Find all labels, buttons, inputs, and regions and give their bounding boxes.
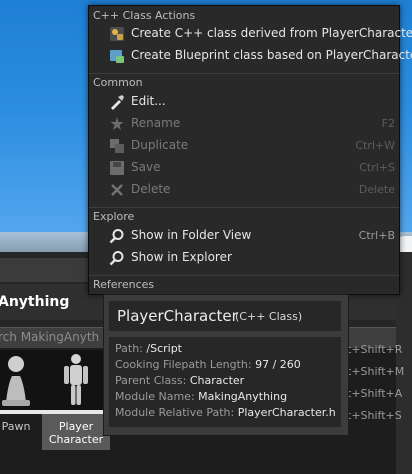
tooltip-class-name: PlayerCharacter: [117, 307, 238, 325]
menu-item-rename[interactable]: Rename F2: [89, 113, 399, 135]
menu-item-show-in-folder-view[interactable]: Show in Folder View Ctrl+B: [89, 225, 399, 247]
menu-item-create-cpp-class[interactable]: Create C++ class derived from PlayerChar…: [89, 23, 412, 45]
tooltip-key: Parent Class:: [115, 374, 187, 387]
menu-item-create-blueprint-class[interactable]: Create Blueprint class based on PlayerCh…: [89, 45, 412, 67]
tooltip-row-module-name: Module Name: MakingAnything: [115, 390, 287, 403]
tooltip-key: Module Name:: [115, 390, 195, 403]
menu-item-shortcut: Ctrl+S: [359, 161, 395, 174]
tooltip-value: PlayerCharacter.h: [237, 406, 336, 419]
tooltip-value: MakingAnything: [198, 390, 288, 403]
tooltip-header: PlayerCharacter (C++ Class): [109, 301, 341, 331]
tooltip-key: Module Relative Path:: [115, 406, 235, 419]
asset-label: Player Character: [48, 420, 104, 446]
menu-item-label: Rename: [131, 116, 181, 130]
menu-item-label: Duplicate: [131, 138, 189, 152]
duplicate-icon: [110, 139, 124, 153]
menu-item-shortcut: F2: [381, 117, 395, 130]
menu-item-label: Create Blueprint class based on PlayerCh…: [131, 48, 412, 62]
menu-item-shortcut: Delete: [358, 183, 395, 196]
references-shortcut-3: t+Shift+A: [347, 387, 403, 400]
asset-search-placeholder: rch MakingAnyth: [0, 330, 100, 344]
references-shortcut-2: t+Shift+M: [347, 365, 405, 378]
delete-icon: [111, 184, 123, 196]
section-header-common: Common: [93, 76, 143, 89]
menu-item-label: Show in Folder View: [131, 228, 252, 242]
menu-item-show-in-explorer[interactable]: Show in Explorer: [89, 247, 399, 269]
class-info-tooltip: PlayerCharacter (C++ Class) Path: /Scrip…: [103, 294, 349, 436]
blueprint-class-icon: [110, 50, 124, 63]
edit-icon: [111, 95, 124, 110]
menu-item-label: Edit...: [131, 94, 166, 108]
tooltip-value: 97 / 260: [255, 358, 301, 371]
content-browser-title-text: Anything: [0, 294, 70, 310]
tooltip-key: Cooking Filepath Length:: [115, 358, 252, 371]
save-icon: [110, 161, 124, 175]
section-divider: [89, 73, 399, 74]
menu-item-label: Create C++ class derived from PlayerChar…: [131, 26, 412, 40]
references-shortcut-4: t+Shift+S: [347, 409, 402, 422]
section-header-explore: Explore: [93, 210, 135, 223]
section-divider: [89, 275, 399, 276]
tooltip-class-kind: (C++ Class): [235, 310, 303, 323]
tooltip-key: Path:: [115, 342, 143, 355]
menu-item-shortcut: Ctrl+B: [358, 229, 395, 242]
menu-item-label: Delete: [131, 182, 171, 196]
menu-item-label: Save: [131, 160, 161, 174]
tooltip-row-path: Path: /Script: [115, 342, 182, 355]
character-mannequin-icon: [64, 354, 88, 405]
asset-thumbnail: [42, 350, 110, 410]
rename-icon: [110, 117, 124, 130]
tooltip-details: Path: /Script Cooking Filepath Length: 9…: [109, 337, 341, 427]
section-header-references: References: [93, 278, 155, 291]
references-shortcut-1: t+Shift+R: [347, 343, 403, 356]
menu-item-edit[interactable]: Edit...: [89, 91, 399, 113]
menu-item-shortcut: Ctrl+W: [355, 139, 395, 152]
tooltip-row-cooking-filepath-length: Cooking Filepath Length: 97 / 260: [115, 358, 301, 371]
tooltip-row-module-relative-path: Module Relative Path: PlayerCharacter.h: [115, 406, 336, 419]
section-header-cpp-class-actions: C++ Class Actions: [93, 9, 196, 22]
tooltip-row-parent-class: Parent Class: Character: [115, 374, 244, 387]
menu-item-duplicate[interactable]: Duplicate Ctrl+W: [89, 135, 399, 157]
tooltip-value: /Script: [146, 342, 182, 355]
menu-item-label: Show in Explorer: [131, 250, 232, 264]
tooltip-value: Character: [189, 374, 245, 387]
asset-tile-player-character[interactable]: Player Character: [42, 350, 110, 450]
asset-type-bar: [42, 410, 110, 414]
menu-item-delete[interactable]: Delete Delete: [89, 179, 399, 201]
search-explorer-icon: [109, 251, 124, 266]
section-divider: [89, 207, 399, 208]
search-folder-icon: [109, 229, 124, 244]
menu-item-save[interactable]: Save Ctrl+S: [89, 157, 399, 179]
asset-context-menu: C++ Class Actions Create C++ class deriv…: [88, 5, 412, 295]
cpp-class-icon: [110, 27, 124, 41]
